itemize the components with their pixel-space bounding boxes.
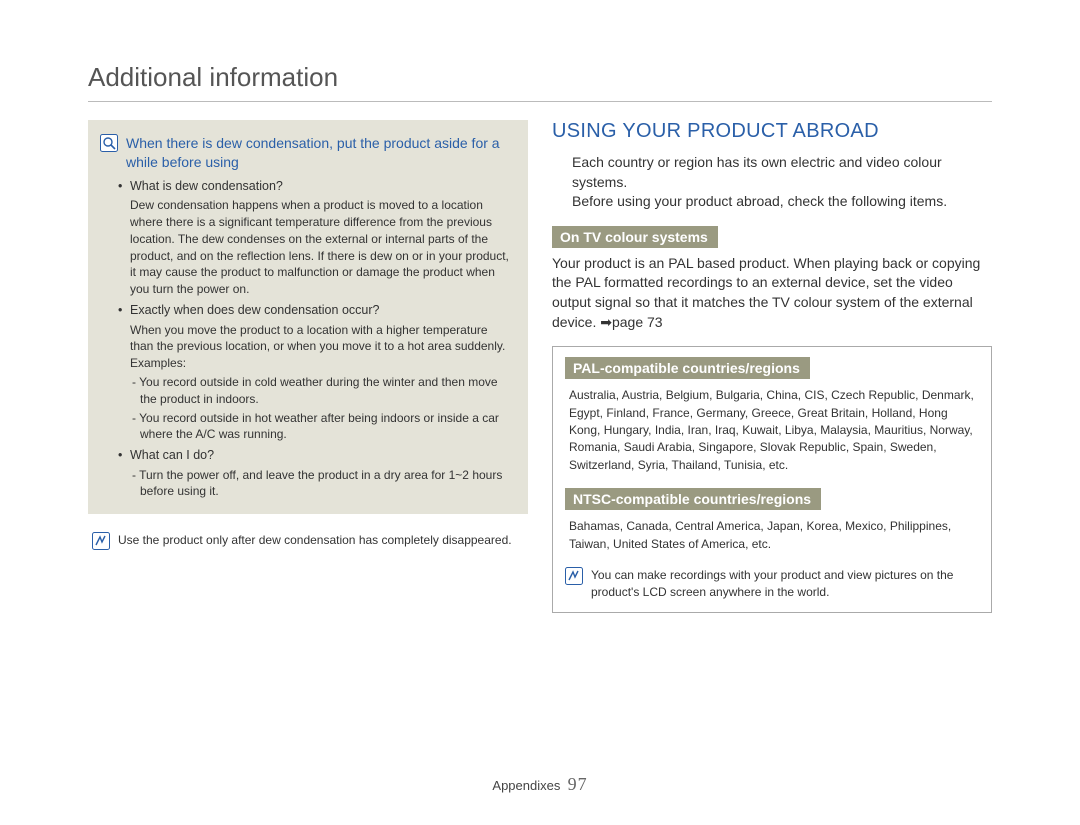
intro-line1: Each country or region has its own elect… xyxy=(572,153,992,192)
magnifier-icon xyxy=(100,134,118,152)
page-footer: Appendixes 97 xyxy=(0,774,1080,795)
page-title: Additional information xyxy=(88,62,992,102)
a2-sub1: - You record outside in cold weather dur… xyxy=(130,374,512,408)
sec3-label: NTSC-compatible countries/regions xyxy=(565,488,821,510)
callout-title: When there is dew condensation, put the … xyxy=(126,134,512,172)
left-note: Use the product only after dew condensat… xyxy=(88,532,528,550)
arrow-icon: ➡ xyxy=(600,314,612,330)
right-note-text: You can make recordings with your produc… xyxy=(591,567,979,601)
sec1-body-b: page 73 xyxy=(612,314,663,330)
content-columns: When there is dew condensation, put the … xyxy=(88,120,992,613)
compat-box: PAL-compatible countries/regions Austral… xyxy=(552,346,992,613)
left-note-text: Use the product only after dew condensat… xyxy=(118,532,512,550)
sec3-body: Bahamas, Canada, Central America, Japan,… xyxy=(565,518,979,553)
dew-callout-box: When there is dew condensation, put the … xyxy=(88,120,528,514)
right-intro: Each country or region has its own elect… xyxy=(552,153,992,212)
intro-line2: Before using your product abroad, check … xyxy=(572,192,992,212)
note-icon xyxy=(92,532,110,550)
left-column: When there is dew condensation, put the … xyxy=(88,120,528,613)
a2: When you move the product to a location … xyxy=(130,322,512,372)
footer-page-number: 97 xyxy=(568,774,588,794)
sec1-label: On TV colour systems xyxy=(552,226,718,248)
a3: - Turn the power off, and leave the prod… xyxy=(130,467,512,501)
sec2-body: Australia, Austria, Belgium, Bulgaria, C… xyxy=(565,387,979,474)
footer-section: Appendixes xyxy=(492,778,560,793)
q2: Exactly when does dew condensation occur… xyxy=(130,303,379,317)
right-heading: USING YOUR PRODUCT ABROAD xyxy=(552,120,992,143)
q3: What can I do? xyxy=(130,448,214,462)
right-note: You can make recordings with your produc… xyxy=(565,567,979,601)
sec2-label: PAL-compatible countries/regions xyxy=(565,357,810,379)
a2-sub2: - You record outside in hot weather afte… xyxy=(130,410,512,444)
sec1-body: Your product is an PAL based product. Wh… xyxy=(552,254,992,332)
q1: What is dew condensation? xyxy=(130,179,283,193)
right-column: USING YOUR PRODUCT ABROAD Each country o… xyxy=(552,120,992,613)
note-icon xyxy=(565,567,583,585)
a1: Dew condensation happens when a product … xyxy=(130,197,512,298)
